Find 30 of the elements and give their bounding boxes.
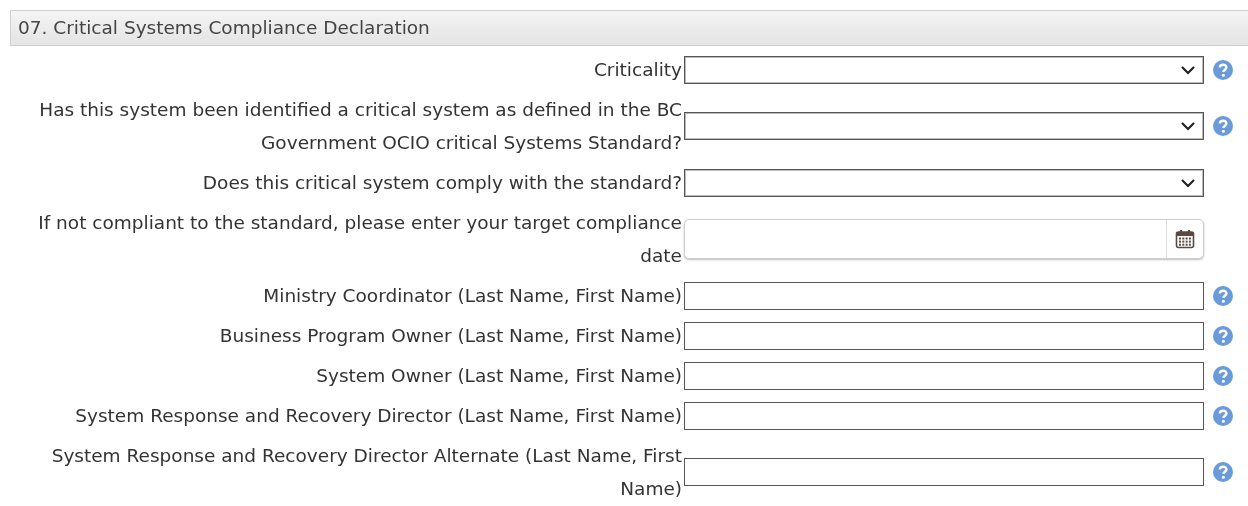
text-field[interactable]	[684, 361, 1204, 390]
help-icon[interactable]	[1213, 462, 1233, 482]
text-field[interactable]	[684, 321, 1204, 350]
help-icon[interactable]	[1213, 59, 1233, 80]
field-label: System Response and Recovery Director Alternate (Last Name, First Name)	[51, 445, 682, 499]
field-label: Does this critical system comply with the standard?	[202, 172, 682, 193]
help-icon[interactable]	[1213, 325, 1233, 346]
help-icon[interactable]	[1213, 405, 1233, 426]
help-icon[interactable]	[1213, 116, 1233, 136]
calendar-icon	[1175, 229, 1195, 249]
help-icon[interactable]	[1213, 285, 1233, 306]
field-label: Has this system been identified a critical system as defined in the BC Government OCIO critical Systems Standard?	[39, 99, 682, 153]
field-label: If not compliant to the standard, please enter your target compliance date	[38, 212, 682, 266]
dropdown[interactable]	[684, 168, 1204, 197]
field-label: Criticality	[593, 59, 682, 80]
help-icon[interactable]	[1213, 365, 1233, 386]
field-label: System Owner (Last Name, First Name)	[316, 365, 682, 386]
date-field[interactable]	[684, 219, 1204, 259]
chevron-down-icon	[1181, 64, 1195, 75]
field-label: Ministry Coordinator (Last Name, First Name)	[263, 285, 682, 306]
chevron-down-icon	[1181, 177, 1195, 188]
chevron-down-icon	[1181, 121, 1195, 131]
dropdown[interactable]	[684, 112, 1204, 140]
text-field[interactable]	[684, 401, 1204, 430]
text-field[interactable]	[684, 458, 1204, 486]
dropdown[interactable]	[684, 55, 1204, 84]
field-label: Business Program Owner (Last Name, First Name)	[219, 325, 682, 346]
text-field[interactable]	[684, 281, 1204, 310]
field-label: System Response and Recovery Director (Last Name, First Name)	[75, 405, 682, 426]
section-header: 07. Critical Systems Compliance Declaration	[10, 10, 1248, 46]
